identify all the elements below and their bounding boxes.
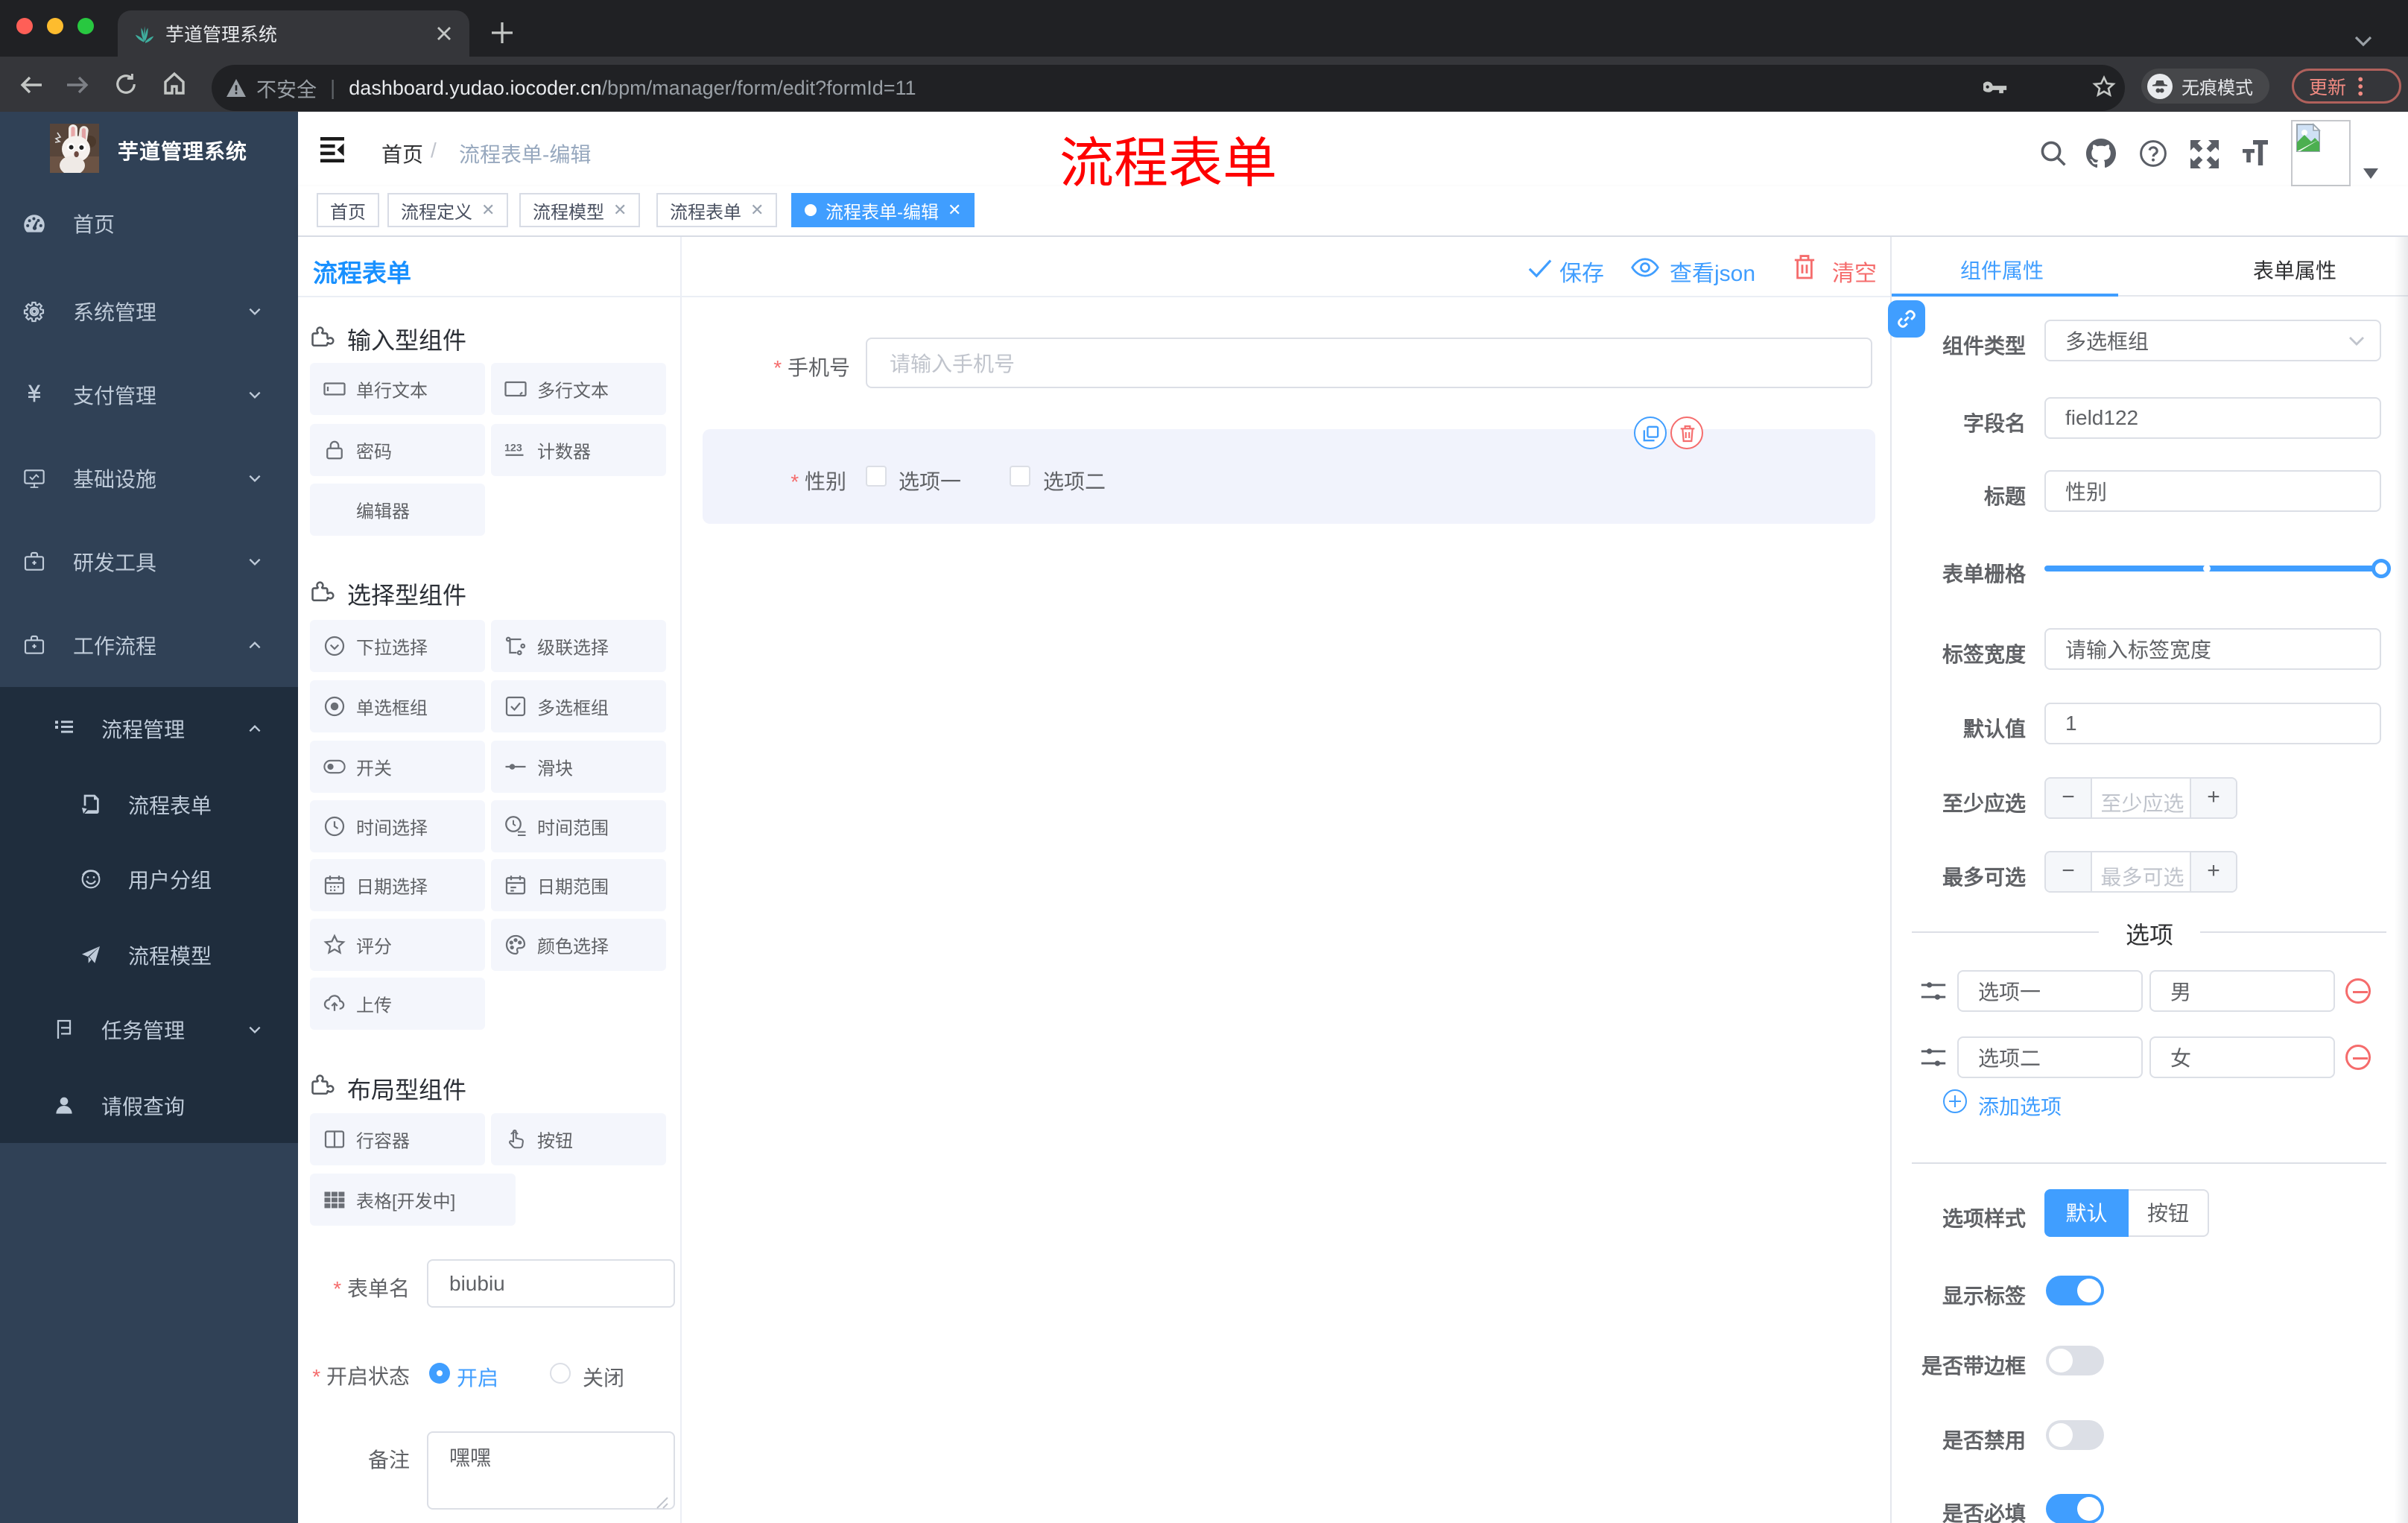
svg-text:123: 123 xyxy=(504,443,522,455)
